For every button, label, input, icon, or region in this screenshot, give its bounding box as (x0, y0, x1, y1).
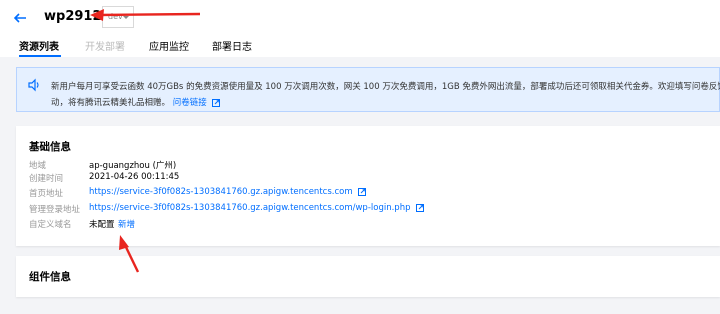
admin-login-url[interactable]: https://service-3f0f082s-1303841760.gz.a… (89, 203, 410, 213)
created-time-value: 2021-04-26 00:11:45 (89, 172, 180, 182)
survey-link[interactable]: 问卷链接 (173, 98, 207, 108)
component-info-title: 组件信息 (29, 271, 71, 283)
basic-info-title: 基础信息 (29, 141, 71, 153)
env-select-value: dev (108, 12, 123, 21)
info-row-domain: 自定义域名 未配置 新增 (29, 218, 709, 231)
custom-domain-label: 自定义域名 (29, 220, 72, 230)
info-row-region: 地域 ap-guangzhou (广州) (29, 159, 709, 172)
top-header: wp29123 dev 资源列表 开发部署 应用监控 部署日志 (0, 0, 720, 57)
homepage-label: 首页地址 (29, 189, 64, 199)
homepage-link[interactable]: https://service-3f0f082s-1303841760.gz.a… (89, 187, 367, 197)
admin-login-link[interactable]: https://service-3f0f082s-1303841760.gz.a… (89, 203, 425, 213)
info-row-homepage: 首页地址 https://service-3f0f082s-1303841760… (29, 187, 709, 200)
page-title: wp29123 (44, 9, 111, 24)
basic-info-card: 基础信息 地域 ap-guangzhou (广州) 创建时间 2021-04-2… (16, 126, 720, 246)
tab-resource-list[interactable]: 资源列表 (19, 38, 59, 53)
external-link-icon[interactable] (416, 203, 425, 212)
env-select[interactable]: dev (102, 6, 134, 28)
component-info-card: 组件信息 (16, 256, 720, 297)
homepage-url[interactable]: https://service-3f0f082s-1303841760.gz.a… (89, 187, 353, 197)
external-link-icon[interactable] (212, 98, 221, 107)
tab-app-monitor[interactable]: 应用监控 (149, 38, 189, 53)
external-link-icon[interactable] (358, 187, 367, 196)
notice-banner: 新用户每月可享受云函数 40万GBs 的免费资源使用量及 100 万次调用次数，… (16, 67, 720, 112)
region-label: 地域 (29, 161, 47, 171)
add-domain-link[interactable]: 新增 (118, 218, 135, 230)
info-row-admin: 管理登录地址 https://service-3f0f082s-13038417… (29, 203, 709, 216)
custom-domain-value: 未配置 (89, 220, 115, 230)
back-arrow-icon[interactable] (12, 10, 28, 26)
notice-line-1: 新用户每月可享受云函数 40万GBs 的免费资源使用量及 100 万次调用次数，… (51, 82, 720, 92)
tab-bar: 资源列表 开发部署 应用监控 部署日志 (0, 36, 720, 57)
speaker-icon (28, 78, 39, 92)
active-tab-indicator (19, 55, 61, 57)
info-row-created: 创建时间 2021-04-26 00:11:45 (29, 172, 709, 185)
notice-line-2-text: 动，将有腾讯云精美礼品相赠。 (51, 98, 171, 108)
notice-line-2: 动，将有腾讯云精美礼品相赠。 问卷链接 (51, 95, 720, 111)
region-value: ap-guangzhou (广州) (89, 161, 177, 171)
tab-deploy-log[interactable]: 部署日志 (212, 38, 252, 53)
chevron-down-icon (123, 16, 129, 19)
admin-login-label: 管理登录地址 (29, 205, 81, 215)
created-time-label: 创建时间 (29, 174, 64, 184)
notice-text: 新用户每月可享受云函数 40万GBs 的免费资源使用量及 100 万次调用次数，… (51, 79, 720, 111)
tab-dev-deploy: 开发部署 (85, 42, 125, 53)
